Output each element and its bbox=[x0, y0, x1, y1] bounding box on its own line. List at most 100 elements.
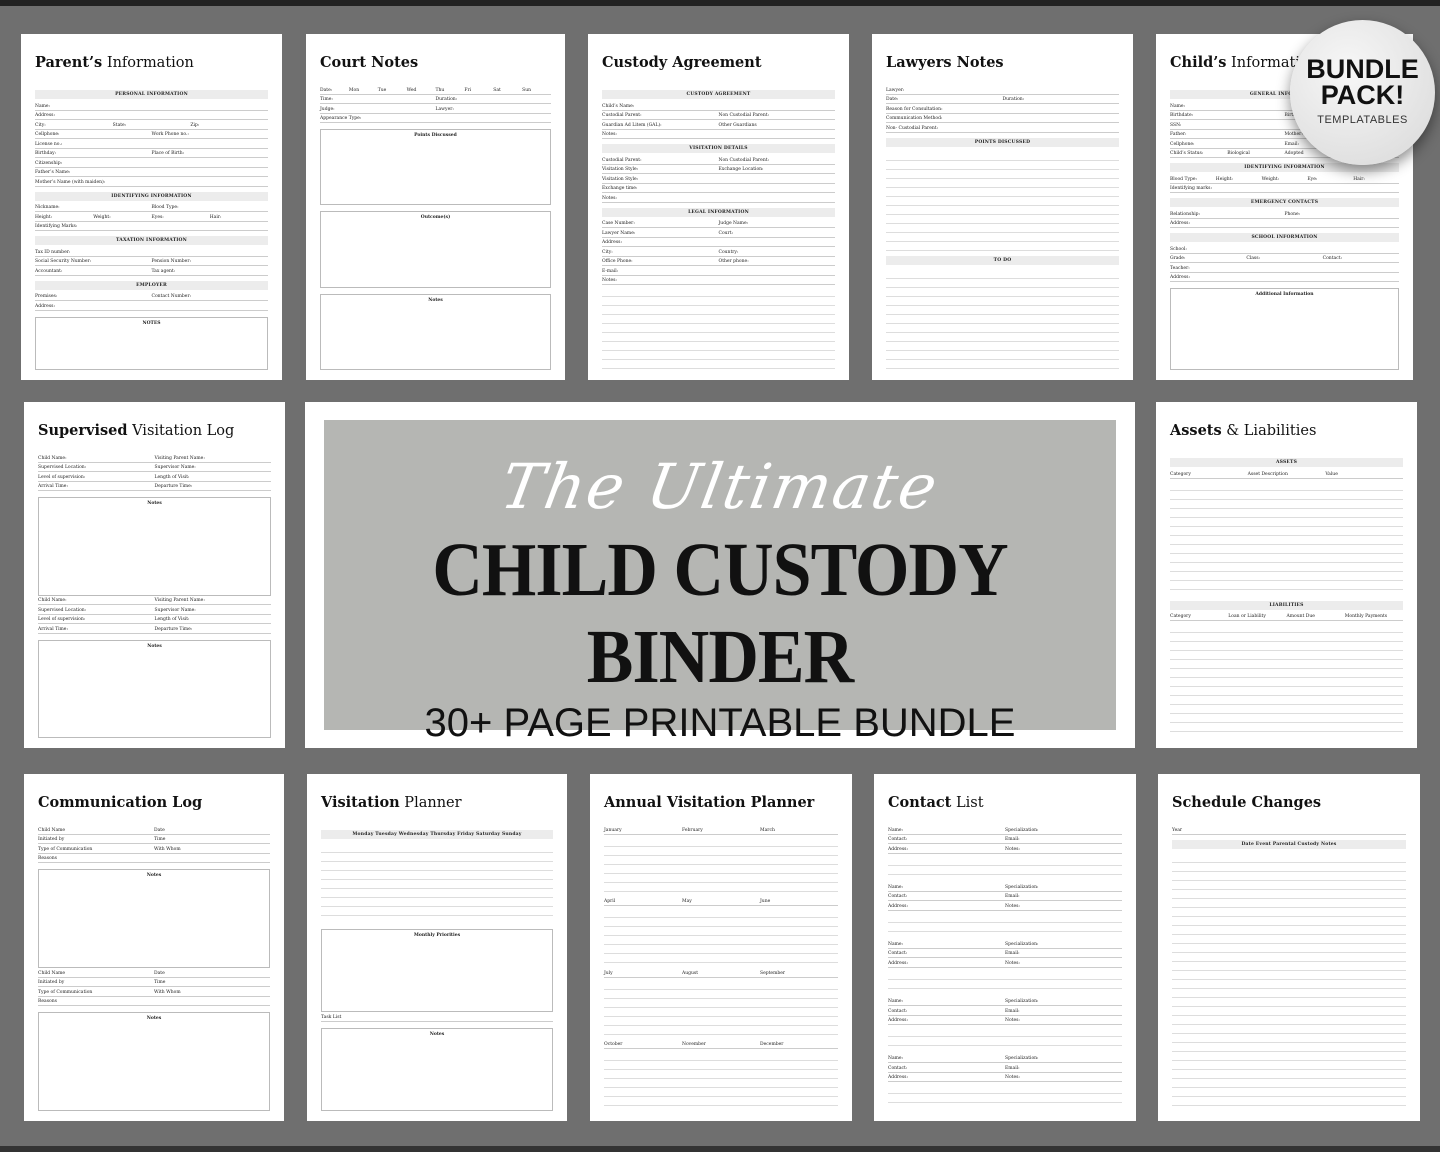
form-row: Notes: bbox=[602, 130, 835, 139]
field-label: Cellphone: bbox=[35, 132, 60, 137]
form-row: Initiated by Time bbox=[38, 978, 270, 987]
field-label: Value bbox=[1325, 471, 1338, 477]
field-label: Notes: bbox=[1005, 1075, 1020, 1081]
field-label: April bbox=[604, 899, 616, 904]
field-label: Place of Birth: bbox=[151, 151, 185, 156]
field-label: Address: bbox=[888, 846, 908, 852]
form-row: July August September bbox=[604, 968, 838, 978]
page-title: Schedule Changes bbox=[1172, 794, 1406, 811]
section-header: VISITATION DETAILS bbox=[602, 144, 835, 153]
form-row: Name: Specialization: bbox=[888, 882, 1122, 892]
page-preview: Communication Log Child Name Date Initiated… bbox=[24, 774, 284, 1121]
form-row: Contact: Email: bbox=[888, 835, 1122, 844]
top-border bbox=[0, 0, 1440, 6]
page-preview: Custody Agreement CUSTODY AGREEMENT Child’… bbox=[588, 34, 849, 380]
form-row: Office Phone: Other phone: bbox=[602, 257, 835, 266]
page-title-bold: Assets bbox=[1170, 422, 1222, 439]
field-label: November bbox=[682, 1042, 706, 1047]
form-row: Reasons bbox=[38, 854, 270, 863]
field-label: Supervised Location: bbox=[38, 465, 87, 470]
field-label: Child’s Status: bbox=[1170, 151, 1204, 156]
field-label: Custodial Parent: bbox=[602, 113, 642, 118]
form-row: Type of Communication With Whom bbox=[38, 844, 270, 854]
form-row: School: bbox=[1170, 244, 1399, 254]
main-title: CHILD CUSTODY BINDER bbox=[432, 528, 1008, 699]
field-label: Specialization: bbox=[1005, 884, 1039, 890]
page-title-bold: Court Notes bbox=[320, 54, 419, 71]
form-row: Category Asset Description Value bbox=[1170, 469, 1403, 479]
page-title-bold: Lawyers Notes bbox=[886, 54, 1004, 71]
form-row: Name: Specialization: bbox=[888, 939, 1122, 949]
field-label: Class: bbox=[1246, 256, 1261, 261]
field-label: Date bbox=[154, 827, 165, 833]
field-label: Relationship: bbox=[1170, 211, 1201, 217]
form-row: Premises: Contact Number: bbox=[35, 292, 268, 301]
field-label: Loan or Liability bbox=[1228, 614, 1266, 619]
ruled-lines bbox=[321, 844, 553, 923]
form-row: Communication Method: bbox=[886, 114, 1119, 123]
field-label: Name: bbox=[888, 941, 904, 947]
field-label: Lawyer: bbox=[435, 106, 454, 112]
field-label: Appearance Type: bbox=[320, 116, 362, 121]
form-row: Address: Notes: bbox=[888, 901, 1122, 911]
field-label: Biological bbox=[1227, 151, 1250, 156]
field-label: Eyes: bbox=[151, 214, 164, 220]
field-label: Non Custodial Parent: bbox=[718, 113, 770, 118]
form-row: City: State: Zip: bbox=[35, 120, 268, 130]
page-preview: Parent’s Information PERSONAL INFORMATION… bbox=[21, 34, 282, 380]
section-header: LIABILITIES bbox=[1170, 600, 1403, 610]
field-label: Visiting Parent Name: bbox=[154, 455, 205, 461]
section-header: CUSTODY AGREEMENT bbox=[602, 90, 835, 99]
form-row: Year bbox=[1172, 825, 1406, 835]
field-label: Visitation Style: bbox=[602, 176, 639, 182]
field-label: Communication Method: bbox=[886, 116, 943, 121]
notes-box: Outcome(s) bbox=[320, 211, 551, 288]
field-label: Email: bbox=[1005, 1065, 1020, 1071]
ruled-lines bbox=[1170, 481, 1403, 596]
field-label: Length of Visit: bbox=[154, 474, 190, 480]
form-row: Judge: Lawyer: bbox=[320, 104, 551, 114]
notes-box: Additional Information bbox=[1170, 288, 1399, 370]
ruled-lines bbox=[886, 151, 1119, 252]
field-label: Type of Communication bbox=[38, 989, 93, 995]
page-title-bold: Custody Agreement bbox=[602, 54, 762, 71]
field-label: Initiated by bbox=[38, 837, 65, 842]
field-label: State: bbox=[112, 122, 127, 128]
field-label: Mon bbox=[348, 87, 360, 93]
field-label: Identifying Marks: bbox=[35, 224, 78, 229]
form-row: Child’s Name: bbox=[602, 101, 835, 111]
field-label: Contact: bbox=[888, 894, 908, 900]
ruled-lines bbox=[888, 1085, 1122, 1112]
field-label: Exchange Location: bbox=[718, 167, 764, 172]
field-label: Monthly Payments bbox=[1344, 614, 1388, 619]
form-row: Height: Weight: Eyes: Hair: bbox=[35, 212, 268, 222]
field-label: Address: bbox=[888, 903, 908, 909]
field-label: Specialization: bbox=[1005, 1056, 1039, 1062]
form-row: January February March bbox=[604, 825, 838, 835]
field-label: Name: bbox=[888, 884, 904, 890]
form-row: Name: Specialization: bbox=[888, 997, 1122, 1007]
notes-box: Notes bbox=[321, 1027, 553, 1111]
field-label: Task List bbox=[321, 1014, 342, 1020]
field-label: With Whom bbox=[154, 846, 181, 852]
page-preview: Assets & Liabilities ASSETS Category Asset … bbox=[1156, 402, 1417, 748]
field-label: Guardian Ad Litem (GAL): bbox=[602, 122, 662, 128]
field-label: Arrival Time: bbox=[38, 484, 68, 489]
form-row: April May June bbox=[604, 897, 838, 906]
form-row: Address: bbox=[1170, 273, 1399, 282]
form-row: Name: Specialization: bbox=[888, 1054, 1122, 1064]
ruled-lines bbox=[604, 909, 838, 968]
field-label: Notes: bbox=[602, 195, 617, 201]
field-label: Email: bbox=[1005, 951, 1020, 957]
field-label: Tax agent: bbox=[151, 268, 176, 274]
field-label: Specialization: bbox=[1005, 999, 1039, 1005]
field-label: Reason for Consultation: bbox=[886, 106, 943, 112]
script-title: The Ultimate bbox=[495, 450, 945, 523]
field-label: Address: bbox=[888, 960, 908, 966]
ruled-lines bbox=[602, 288, 835, 370]
page-preview: Court Notes Date: Mon Tue Wed Thu Fri Sat Sun Tim… bbox=[306, 34, 565, 380]
field-label: Birthdate: bbox=[1170, 113, 1194, 118]
field-label: Judge Name: bbox=[718, 221, 749, 226]
form-row: Father’s Name: bbox=[35, 168, 268, 177]
field-label: May bbox=[682, 899, 692, 904]
